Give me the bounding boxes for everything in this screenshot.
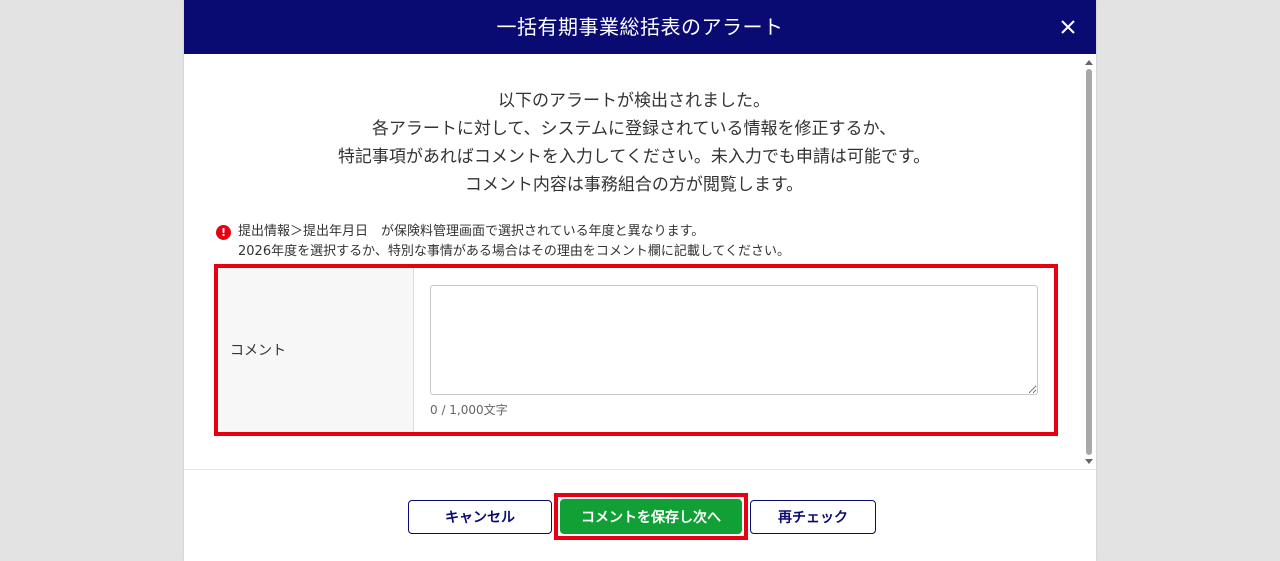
alert-text-2: 2026年度を選択するか、特別な事情がある場合はその理由をコメント欄に記載してく… [238,244,791,259]
comment-row: コメント 0 / 1,000文字 [218,268,1054,432]
close-button[interactable] [1054,13,1082,41]
intro-line: 特記事項があればコメントを入力してください。未入力でも申請は可能です。 [337,147,931,167]
scroll-down-arrow-icon[interactable] [1085,459,1093,464]
alert-message: ! 提出情報＞提出年月日 が保険料管理画面で選択されている年度と異なります。 2… [216,222,790,262]
cancel-button[interactable]: キャンセル [408,500,552,534]
dialog-title: 一括有期事業総括表のアラート [496,15,784,39]
scrollbar[interactable] [1084,60,1094,464]
scrollbar-thumb[interactable] [1086,69,1092,455]
dialog-header: 一括有期事業総括表のアラート [184,0,1096,54]
alert-line-1: ! 提出情報＞提出年月日 が保険料管理画面で選択されている年度と異なります。 [216,222,790,242]
comment-textarea[interactable] [430,285,1038,395]
close-icon [1061,20,1075,34]
recheck-button[interactable]: 再チェック [750,500,876,534]
comment-label: コメント [218,268,414,432]
char-counter: 0 / 1,000文字 [430,403,508,417]
comment-section-highlight: コメント 0 / 1,000文字 [214,264,1058,436]
dialog-body: 以下のアラートが検出されました。 各アラートに対して、システムに登録されている情… [184,54,1096,468]
footer-divider [184,469,1096,470]
alert-text-1: 提出情報＞提出年月日 が保険料管理画面で選択されている年度と異なります。 [238,224,705,239]
intro-line: 各アラートに対して、システムに登録されている情報を修正するか、 [371,119,897,139]
alert-dialog: 一括有期事業総括表のアラート 以下のアラートが検出されました。 各アラートに対し… [184,0,1096,561]
save-comment-next-button[interactable]: コメントを保存し次へ [560,499,742,534]
intro-line: 以下のアラートが検出されました。 [498,91,770,111]
intro-line: コメント内容は事務組合の方が閲覧します。 [464,175,804,195]
scroll-up-arrow-icon[interactable] [1085,60,1093,65]
exclamation-circle-icon: ! [216,224,231,240]
intro-message: 以下のアラートが検出されました。 各アラートに対して、システムに登録されている情… [184,87,1084,199]
comment-input-cell: 0 / 1,000文字 [414,268,1054,432]
